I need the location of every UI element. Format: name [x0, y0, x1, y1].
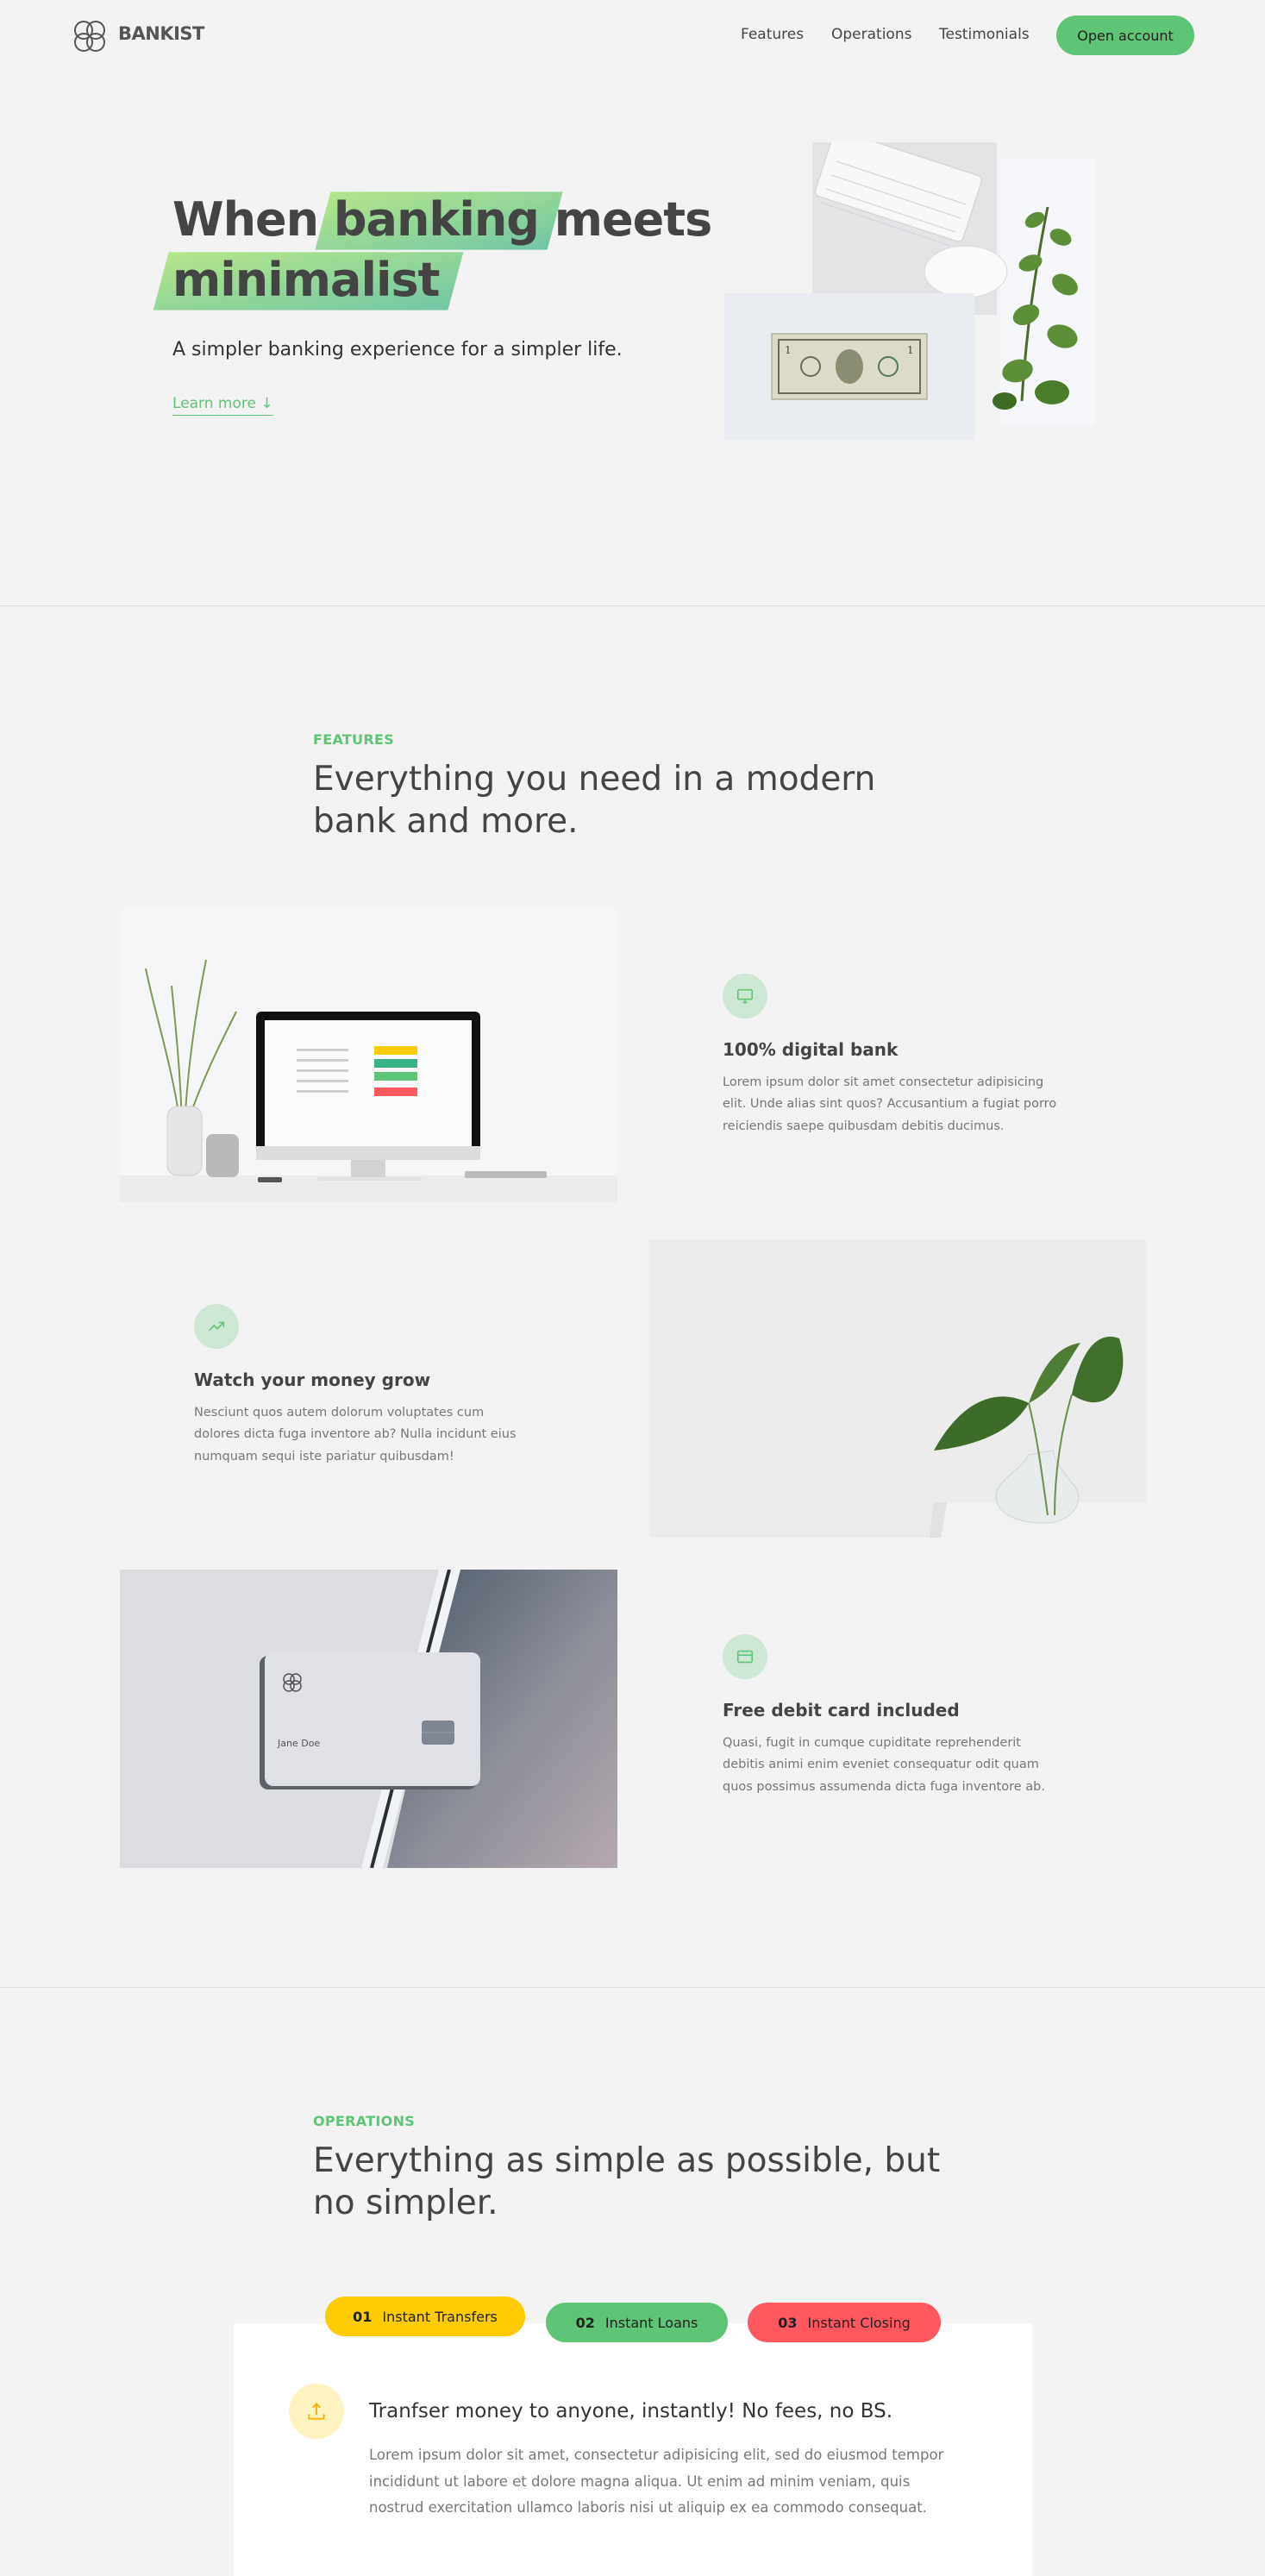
section-divider [0, 1987, 1265, 1988]
features-label: FEATURES [313, 731, 395, 748]
feature-text-card: Quasi, fugit in cumque cupiditate repreh… [723, 1736, 1045, 1794]
nav-link-testimonials[interactable]: Testimonials [939, 26, 1030, 43]
feature-title-card: Free debit card included [723, 1700, 960, 1720]
hero-title: When banking meets minimalist [172, 190, 712, 310]
credit-card-icon [723, 1634, 767, 1679]
svg-text:1: 1 [907, 344, 914, 356]
operations-content-title: Tranfser money to anyone, instantly! No … [369, 2400, 893, 2422]
features-title: Everything you need in a modern bank and… [313, 760, 876, 841]
trending-up-icon [194, 1304, 239, 1349]
nav-link-operations[interactable]: Operations [831, 26, 911, 43]
svg-text:1: 1 [785, 344, 792, 356]
learn-more-link[interactable]: Learn more ↓ [172, 395, 273, 416]
section-divider [0, 605, 1265, 606]
feature-text-digital: Lorem ipsum dolor sit amet consectetur a… [723, 1075, 1057, 1133]
open-account-button[interactable]: Open account [1056, 16, 1194, 55]
hero-highlight-banking: banking [334, 190, 540, 250]
feature-text-grow: Nesciunt quos autem dolorum voluptates c… [194, 1406, 517, 1463]
feature-image-plant [649, 1239, 1146, 1538]
monitor-icon [723, 974, 767, 1018]
operations-content-text: Lorem ipsum dolor sit amet, consectetur … [369, 2447, 944, 2516]
feature-title-grow: Watch your money grow [194, 1369, 431, 1390]
feature-title-digital: 100% digital bank [723, 1039, 899, 1060]
nav-link-features[interactable]: Features [741, 26, 804, 43]
logo-text[interactable]: BANKIST [118, 23, 204, 44]
operations-title: Everything as simple as possible, but no… [313, 2141, 941, 2222]
logo-icon[interactable] [71, 17, 109, 55]
operations-label: OPERATIONS [313, 2113, 416, 2129]
tab-instant-closing[interactable]: 03 Instant Closing [748, 2303, 941, 2342]
hero-subtitle: A simpler banking experience for a simpl… [172, 339, 623, 360]
card-holder-name: Jane Doe [278, 1738, 321, 1749]
feature-image-card: Jane Doe [120, 1570, 617, 1868]
hero-illustration: 1 1 [724, 129, 1095, 440]
hero-highlight-minimalist: minimalist [172, 250, 440, 310]
upload-icon [289, 2384, 344, 2439]
tab-instant-transfers[interactable]: 01 Instant Transfers [325, 2297, 525, 2336]
feature-image-digital [120, 908, 617, 1202]
tab-instant-loans[interactable]: 02 Instant Loans [546, 2303, 728, 2342]
